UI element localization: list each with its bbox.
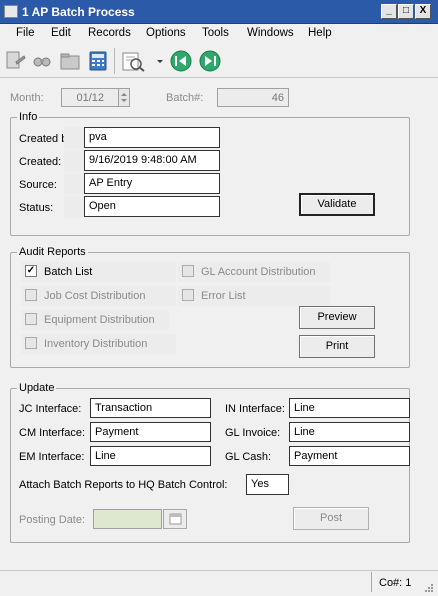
inventory-label: Inventory Distribution [44, 338, 148, 350]
jc-interface-label: JC Interface: [19, 403, 82, 415]
gl-invoice-field[interactable]: Line [289, 422, 410, 442]
month-field[interactable]: 01/12 [61, 88, 119, 107]
preview-button[interactable]: Preview [299, 306, 375, 329]
gl-cash-label: GL Cash: [225, 451, 272, 463]
calendar-icon[interactable] [163, 509, 187, 529]
status-label: Status: [19, 202, 54, 214]
batch-label: Batch#: [166, 92, 204, 104]
status-bar [0, 570, 438, 595]
equipment-label: Equipment Distribution [44, 314, 155, 326]
cm-interface-field[interactable]: Payment [90, 422, 211, 442]
gl-invoice-label: GL Invoice: [225, 427, 281, 439]
info-group-title: Info [17, 111, 40, 123]
month-label: Month: [10, 92, 44, 104]
source-field[interactable]: AP Entry [84, 173, 220, 194]
print-button[interactable]: Print [299, 335, 375, 358]
posting-date-field[interactable] [93, 509, 162, 529]
month-spinner[interactable] [118, 88, 130, 107]
resize-grip-icon[interactable] [424, 583, 434, 593]
em-interface-label: EM Interface: [19, 451, 85, 463]
cm-interface-label: CM Interface: [19, 427, 86, 439]
new-record-icon[interactable] [4, 50, 26, 72]
calculator-icon[interactable] [87, 50, 109, 72]
error-list-checkbox[interactable] [182, 289, 194, 301]
menu-windows[interactable]: Windows [247, 27, 294, 39]
created-by-field[interactable]: pva [84, 127, 220, 148]
em-interface-field[interactable]: Line [90, 446, 211, 466]
source-label: Source: [19, 179, 57, 191]
post-button[interactable]: Post [293, 507, 369, 530]
toolbar-separator [114, 48, 115, 74]
attach-reports-label: Attach Batch Reports to HQ Batch Control… [19, 479, 228, 491]
minimize-button[interactable]: _ [381, 4, 397, 19]
status-field[interactable]: Open [84, 196, 220, 217]
error-list-label: Error List [201, 290, 246, 302]
job-cost-label: Job Cost Distribution [44, 290, 146, 302]
batch-list-label: Batch List [44, 266, 93, 278]
menu-options[interactable]: Options [146, 27, 186, 39]
jc-interface-field[interactable]: Transaction [90, 398, 211, 418]
inventory-checkbox[interactable] [25, 337, 37, 349]
in-interface-label: IN Interface: [225, 403, 285, 415]
created-label: Created: [19, 156, 62, 168]
batch-list-checkbox[interactable]: ✓ [25, 265, 37, 277]
previous-record-icon[interactable] [170, 50, 192, 72]
maximize-button[interactable]: □ [398, 4, 414, 19]
menu-edit[interactable]: Edit [51, 27, 71, 39]
menu-tools[interactable]: Tools [202, 27, 229, 39]
audit-reports-title: Audit Reports [17, 246, 88, 258]
menu-file[interactable]: File [16, 27, 35, 39]
company-number: Co#: 1 [379, 577, 412, 589]
posting-date-label: Posting Date: [19, 514, 86, 526]
update-group-title: Update [17, 382, 57, 394]
folder-icon[interactable] [59, 50, 81, 72]
validate-button[interactable]: Validate [299, 193, 375, 216]
gl-account-label: GL Account Distribution [201, 266, 316, 278]
dropdown-arrow-icon[interactable] [155, 50, 165, 72]
attach-reports-field[interactable]: Yes [246, 474, 289, 495]
app-icon [4, 5, 18, 18]
close-button[interactable]: X [415, 4, 431, 19]
batch-field[interactable]: 46 [217, 88, 289, 107]
created-field[interactable]: 9/16/2019 9:48:00 AM [84, 150, 220, 171]
gl-cash-field[interactable]: Payment [289, 446, 410, 466]
find-icon[interactable] [31, 50, 53, 72]
job-cost-checkbox[interactable] [25, 289, 37, 301]
in-interface-field[interactable]: Line [289, 398, 410, 418]
window-title: 1 AP Batch Process [22, 5, 135, 19]
menu-records[interactable]: Records [88, 27, 131, 39]
gl-account-checkbox[interactable] [182, 265, 194, 277]
print-preview-icon[interactable] [121, 50, 151, 72]
next-record-icon[interactable] [199, 50, 221, 72]
equipment-checkbox[interactable] [25, 313, 37, 325]
menu-help[interactable]: Help [308, 27, 332, 39]
